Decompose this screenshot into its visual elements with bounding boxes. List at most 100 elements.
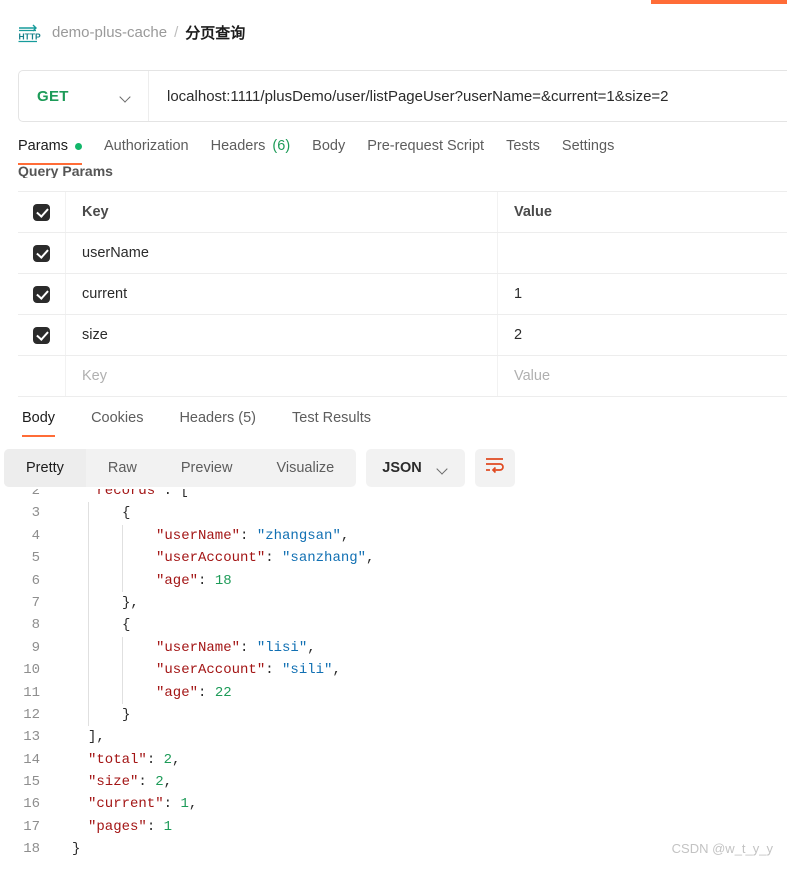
code-token: : — [163, 796, 181, 813]
format-selector[interactable]: JSON — [366, 449, 465, 487]
code-token: : — [265, 662, 283, 679]
view-mode-raw[interactable]: Raw — [86, 449, 159, 487]
postman-request-view: HTTP demo-plus-cache / 分页查询 GET localhos… — [0, 0, 787, 870]
svg-text:HTTP: HTTP — [19, 32, 42, 42]
response-body-pretty[interactable]: 2 "records": [3{4 "userName": "zhangsan", 5… — [0, 489, 787, 870]
request-tab-pre-request-script[interactable]: Pre-request Script — [367, 138, 506, 165]
indent-guide — [122, 547, 156, 570]
param-value-cell[interactable]: Value — [498, 192, 787, 232]
code-line: 12} — [0, 703, 787, 727]
code-token: "userAccount" — [156, 550, 266, 567]
indent-guide — [88, 681, 122, 704]
checkbox-checked-icon[interactable] — [33, 244, 50, 262]
indent-guide — [54, 749, 88, 771]
code-line: 18} — [0, 838, 787, 860]
response-tab-test-results[interactable]: Test Results — [274, 410, 389, 437]
code-content: { — [54, 502, 787, 525]
unsaved-changes-dot — [74, 142, 82, 150]
param-key-cell[interactable]: current — [66, 274, 498, 314]
params-header-row: Key Value — [18, 192, 787, 233]
indent-guide — [54, 838, 72, 860]
line-number: 15 — [23, 774, 40, 791]
response-tab-body[interactable]: Body — [4, 410, 73, 437]
request-tab-headers[interactable]: Headers (6) — [211, 138, 313, 165]
code-content: "age": 18 — [54, 569, 787, 592]
code-token: { — [122, 617, 131, 634]
method-selector[interactable]: GET — [19, 71, 149, 121]
param-key-cell[interactable]: size — [66, 315, 498, 355]
code-token: , — [172, 751, 181, 768]
table-row: current 1 — [18, 274, 787, 315]
breadcrumb-current-request[interactable]: 分页查询 — [185, 22, 245, 43]
url-input[interactable]: localhost:1111/plusDemo/user/listPageUse… — [149, 88, 787, 105]
param-value-cell[interactable]: 2 — [498, 315, 787, 355]
code-token: } — [122, 706, 131, 723]
param-checkbox-cell[interactable] — [18, 274, 66, 314]
code-token: "size" — [88, 774, 139, 791]
line-number: 2 — [31, 489, 40, 499]
checkbox-checked-icon[interactable] — [33, 326, 50, 344]
breadcrumb: HTTP demo-plus-cache / 分页查询 — [16, 16, 245, 48]
code-token: , — [188, 796, 198, 813]
request-tab-params[interactable]: Params — [18, 138, 104, 165]
code-token: "age" — [156, 572, 199, 589]
line-number: 12 — [23, 706, 40, 723]
query-params-table: Key Value userName current 1 size 2 Key Value — [18, 191, 787, 397]
param-value-cell[interactable]: Value — [498, 356, 787, 396]
response-tab-headers[interactable]: Headers (5) — [161, 410, 274, 437]
tab-label: Tests — [506, 138, 540, 154]
indent-guide — [54, 637, 88, 659]
code-token: }, — [122, 594, 139, 611]
code-line: 7}, — [0, 591, 787, 615]
active-tab-indicator-strip — [651, 0, 787, 4]
checkbox-checked-icon[interactable] — [33, 285, 50, 303]
code-content: ], — [54, 726, 787, 748]
indent-guide — [88, 703, 122, 727]
indent-guide — [54, 614, 88, 636]
code-token: "userName" — [156, 527, 241, 544]
indent-guide — [54, 726, 88, 748]
param-value-cell[interactable] — [498, 233, 787, 273]
code-line: 16 "current": 1, — [0, 793, 787, 815]
line-number: 6 — [31, 572, 40, 589]
param-checkbox-cell[interactable] — [18, 315, 66, 355]
view-mode-visualize[interactable]: Visualize — [254, 449, 356, 487]
code-token: : — [240, 527, 257, 544]
indent-guide — [54, 592, 88, 614]
code-token: "sanzhang" — [282, 550, 367, 567]
code-token: 2 — [155, 774, 164, 791]
code-token: : — [240, 639, 257, 656]
param-key-cell[interactable]: Key — [66, 356, 498, 396]
request-tab-settings[interactable]: Settings — [562, 138, 636, 165]
tab-label: Headers — [210, 138, 266, 154]
checkbox-checked-icon[interactable] — [33, 203, 50, 221]
view-mode-preview[interactable]: Preview — [159, 449, 255, 487]
view-mode-pretty[interactable]: Pretty — [4, 449, 86, 487]
tab-label: Body — [312, 138, 346, 154]
indent-guide — [88, 591, 122, 615]
param-checkbox-cell[interactable] — [18, 233, 66, 273]
tab-label: Params — [18, 138, 68, 154]
indent-guide — [54, 793, 88, 815]
query-params-caption: Query Params — [18, 164, 113, 178]
request-tab-authorization[interactable]: Authorization — [104, 138, 211, 165]
indent-guide — [54, 547, 88, 569]
param-checkbox-cell[interactable] — [18, 192, 66, 232]
breadcrumb-collection[interactable]: demo-plus-cache — [52, 24, 167, 41]
param-key-cell[interactable]: Key — [66, 192, 498, 232]
code-line: 6 "age": 18 — [0, 569, 787, 592]
code-token: 1 — [180, 796, 189, 813]
wrap-text-button[interactable] — [474, 449, 515, 487]
code-line: 15 "size": 2, — [0, 771, 787, 793]
code-token: 2 — [163, 751, 173, 768]
param-value-cell[interactable]: 1 — [498, 274, 787, 314]
response-tab-cookies[interactable]: Cookies — [73, 410, 161, 437]
indent-guide — [122, 681, 156, 704]
format-label: JSON — [382, 460, 422, 476]
request-tab-body[interactable]: Body — [312, 138, 367, 165]
indent-guide — [54, 570, 88, 592]
request-tab-tests[interactable]: Tests — [506, 138, 562, 165]
params-placeholder-row: Key Value — [18, 356, 787, 397]
param-key-cell[interactable]: userName — [66, 233, 498, 273]
url-bar: GET localhost:1111/plusDemo/user/listPag… — [18, 70, 787, 122]
